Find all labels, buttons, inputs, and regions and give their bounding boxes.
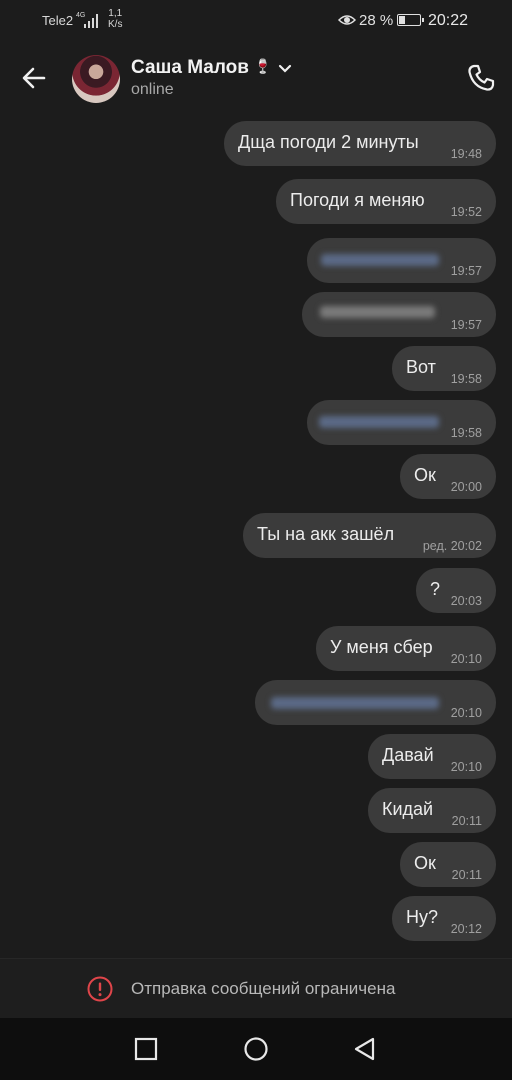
blurred-content [320, 306, 435, 318]
network-speed: 1,1 K/s [108, 8, 122, 30]
message-bubble[interactable]: Ну? 20:12 [392, 896, 496, 941]
message-bubble[interactable]: Погоди я меняю 19:52 [276, 179, 496, 224]
message-bubble[interactable]: Ты на акк зашёл ред. 20:02 [243, 513, 496, 558]
phone-icon[interactable] [465, 62, 497, 94]
status-bar: Tele2 4G 1,1 K/s 28 % 20:22 [0, 0, 512, 42]
carrier-name: Tele2 [42, 13, 74, 28]
message-text: Вот [406, 357, 436, 377]
wine-emoji: 🍷 [254, 58, 272, 74]
message-text: Ну? [406, 907, 439, 927]
message-time: 19:57 [450, 264, 482, 278]
circle-icon[interactable] [243, 1036, 269, 1062]
battery-icon [397, 14, 424, 26]
message-text: Давай [382, 745, 434, 765]
message-time: ред. 20:02 [422, 539, 482, 553]
message-text: ? [430, 579, 441, 599]
message-bubble[interactable]: Вот 19:58 [392, 346, 496, 391]
signal-icon [84, 14, 98, 28]
message-bubble[interactable]: У меня сбер 20:10 [316, 626, 496, 671]
arrow-left-icon[interactable] [18, 62, 50, 94]
blurred-content [319, 416, 439, 428]
chat-header: Саша Малов 🍷 online [0, 42, 512, 116]
message-text: Погоди я меняю [290, 190, 425, 210]
message-time: 19:58 [450, 372, 482, 386]
message-time: 19:52 [450, 205, 482, 219]
triangle-back-icon[interactable] [352, 1036, 378, 1062]
message-bubble-blurred[interactable]: 19:57 [302, 292, 496, 337]
message-time: 20:00 [450, 480, 482, 494]
contact-status: online [131, 81, 174, 98]
message-time: 19:57 [450, 318, 482, 332]
restriction-text: Отправка сообщений ограничена [131, 979, 396, 998]
system-navbar [0, 1018, 512, 1080]
alert-circle-icon [87, 976, 113, 1002]
battery-percent: 28 % [359, 12, 394, 29]
message-text: Дща погоди 2 минуты [238, 132, 419, 152]
message-text: Кидай [382, 799, 434, 819]
message-bubble[interactable]: Ок 20:00 [400, 454, 496, 499]
message-time: 20:11 [451, 814, 482, 828]
message-bubble[interactable]: ? 20:03 [416, 568, 496, 613]
message-time: 20:12 [450, 922, 482, 936]
message-bubble[interactable]: Ок 20:11 [400, 842, 496, 887]
speed-value: 1,1 [108, 8, 123, 19]
message-bubble-blurred[interactable]: 20:10 [255, 680, 496, 725]
speed-unit: K/s [108, 19, 123, 30]
clock: 20:22 [428, 12, 469, 29]
contact-name[interactable]: Саша Малов [131, 57, 249, 79]
message-text: Ок [414, 465, 436, 485]
eye-comfort-icon [338, 15, 356, 25]
battery-fill [399, 16, 405, 24]
message-bubble-blurred[interactable]: 19:58 [307, 400, 496, 445]
message-time: 19:48 [450, 147, 482, 161]
message-time: 20:11 [451, 868, 482, 882]
message-bubble[interactable]: Дща погоди 2 минуты 19:48 [224, 121, 496, 166]
message-bubble[interactable]: Давай 20:10 [368, 734, 496, 779]
messaging-restricted-banner: Отправка сообщений ограничена [0, 958, 512, 1019]
message-time: 20:10 [450, 760, 482, 774]
message-time: 19:58 [450, 426, 482, 440]
message-text: Ты на акк зашёл [257, 524, 395, 544]
message-time: 20:03 [450, 594, 482, 608]
message-time: 20:10 [450, 706, 482, 720]
message-bubble-blurred[interactable]: 19:57 [307, 238, 496, 283]
message-text: Ок [414, 853, 436, 873]
square-icon[interactable] [133, 1036, 159, 1062]
blurred-content [271, 697, 439, 709]
blurred-content [321, 254, 439, 266]
avatar[interactable] [72, 55, 120, 103]
chevron-down-icon[interactable] [278, 64, 292, 74]
message-time: 20:10 [450, 652, 482, 666]
message-text: У меня сбер [330, 637, 433, 657]
message-bubble[interactable]: Кидай 20:11 [368, 788, 496, 833]
